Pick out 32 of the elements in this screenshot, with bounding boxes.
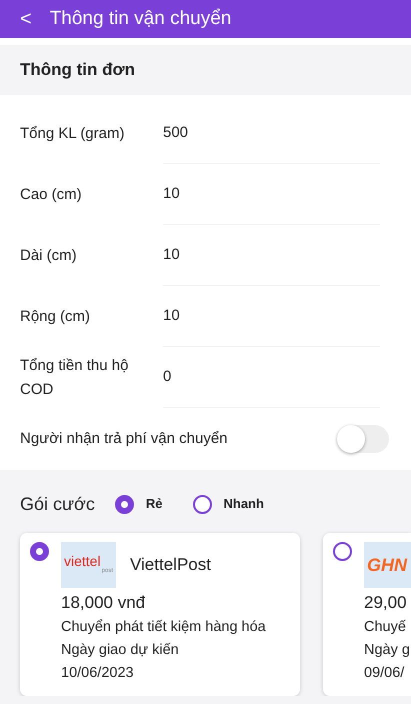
input-field[interactable]: 10	[163, 164, 380, 225]
option-label: Rẻ	[146, 495, 162, 514]
price-text: 18,000 vnđ	[61, 592, 146, 614]
delivery-date: 09/06/	[364, 664, 406, 683]
delivery-date: 10/06/2023	[61, 664, 135, 683]
service-text: Chuyển phát tiết kiệm hàng hóa	[61, 618, 266, 637]
delivery-label: Ngày giao dự kiến	[61, 641, 180, 660]
price-text: 29,00	[364, 592, 408, 614]
input-field[interactable]: 10	[163, 286, 380, 347]
field-label: Tổng tiền thu hộ COD	[20, 356, 130, 400]
toggle-label: Người nhận trả phí vận chuyển	[20, 428, 228, 449]
screen-title: Thông tin vận chuyển	[50, 6, 232, 31]
option-label: Nhanh	[224, 495, 264, 514]
section-title: Thông tin đơn	[0, 45, 411, 95]
input-field[interactable]: 0	[163, 347, 380, 408]
delivery-label: Ngày g	[364, 641, 411, 660]
logo-text: GHN	[367, 556, 408, 574]
radio-option[interactable]: Nhanh	[192, 494, 264, 514]
input-field[interactable]: 10	[163, 225, 380, 286]
field-label: Tổng KL (gram)	[20, 124, 126, 144]
section-title: Gói cước	[20, 492, 95, 516]
radio-option[interactable]: Rẻ	[114, 494, 162, 514]
input-field[interactable]: 500	[163, 103, 380, 164]
toggle-switch[interactable]	[337, 425, 389, 453]
field-label: Rộng (cm)	[20, 306, 92, 326]
logo-text: viettel	[64, 554, 102, 568]
service-text: Chuyế	[364, 618, 407, 637]
field-label: Dài (cm)	[20, 246, 78, 266]
field-label: Cao (cm)	[20, 184, 83, 204]
carrier-card[interactable]: GHN 29,00 Chuyế Ngày g 09/06/	[323, 533, 411, 696]
carrier-name: ViettelPost	[130, 554, 211, 576]
back-button[interactable]: <	[20, 9, 32, 29]
